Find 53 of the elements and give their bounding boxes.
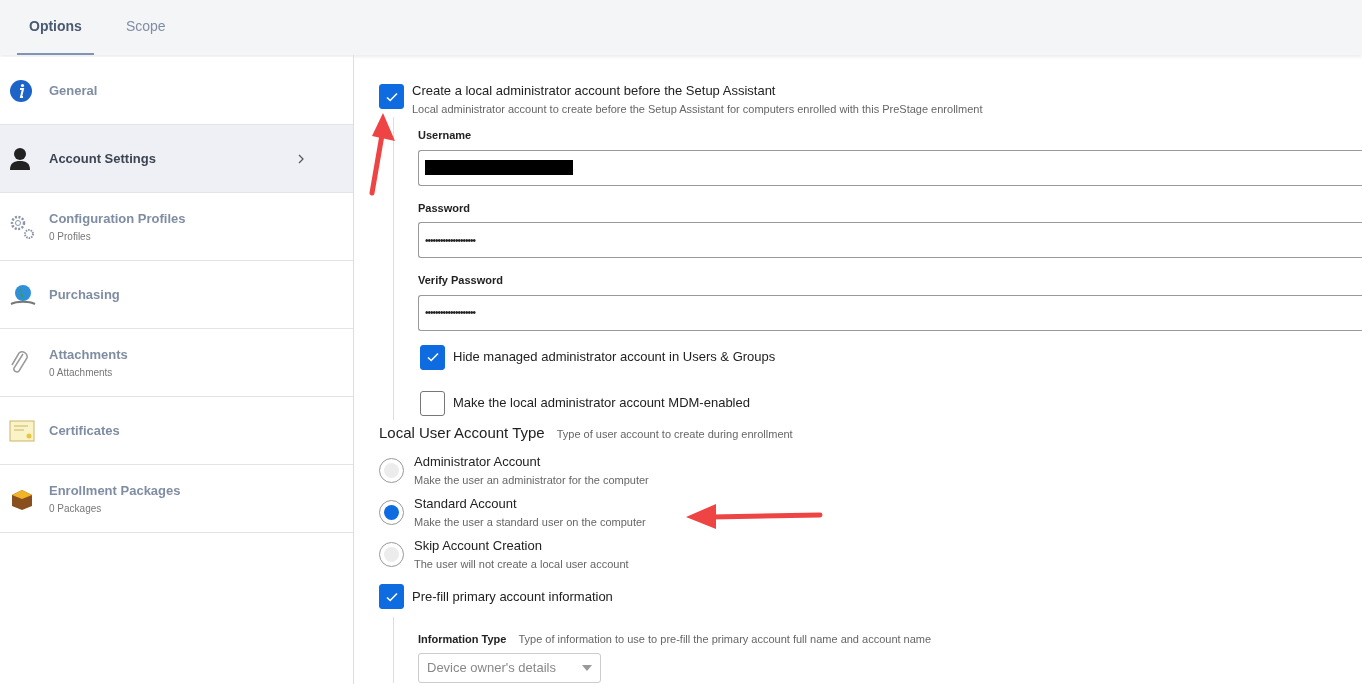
- field-description: Type of information to use to pre-fill the primary account full name and account name: [518, 632, 932, 647]
- section-description: Type of user account to create during enrollment: [556, 426, 793, 442]
- field-label: Verify Password: [418, 273, 504, 288]
- radio-label: Skip Account Creation: [414, 537, 543, 555]
- field-value: ••••••••••••••••••••: [425, 233, 476, 248]
- certificate-icon: [9, 419, 35, 442]
- tab[interactable]: Scope: [113, 0, 178, 55]
- checkmark-icon: [425, 350, 440, 364]
- sidebar-item-label: Certificates: [49, 421, 121, 440]
- sidebar-item-label: Account Settings: [49, 149, 157, 168]
- radio-description: The user will not create a local user account: [414, 556, 629, 572]
- field-label: Password: [418, 200, 471, 216]
- radio-label: Standard Account: [414, 495, 518, 513]
- checkbox-label: Hide managed administrator account in Users & Groups: [453, 348, 776, 367]
- radio-button[interactable]: [379, 499, 404, 525]
- sidebar-item-count: 0 Attachments: [49, 365, 114, 380]
- gears-icon: [9, 213, 35, 240]
- checkbox[interactable]: [379, 584, 404, 609]
- field-value: ••••••••••••••••••••: [425, 306, 476, 320]
- sidebar-item-count: 0 Profiles: [49, 229, 92, 244]
- radio-description: Make the user an administrator for the computer: [414, 472, 649, 488]
- select-dropdown[interactable]: Device owner's details: [418, 652, 601, 683]
- radio-description: Make the user a standard user on the computer: [414, 514, 646, 530]
- input-field[interactable]: [418, 149, 1362, 186]
- caret-icon: [582, 664, 592, 671]
- sidebar-item-label: Configuration Profiles: [49, 210, 187, 229]
- field-label: Information Type: [418, 632, 507, 647]
- globe-icon: [9, 282, 37, 307]
- checkbox-label: Pre-fill primary account information: [412, 587, 613, 606]
- checkbox[interactable]: [420, 344, 445, 370]
- radio-label: Administrator Account: [414, 453, 542, 471]
- field-label: Username: [418, 128, 473, 143]
- input-field[interactable]: ••••••••••••••••••••: [418, 222, 1362, 258]
- paperclip-icon: [9, 349, 29, 376]
- sidebar-item-label: Attachments: [49, 346, 129, 365]
- tab[interactable]: Options: [17, 0, 94, 55]
- checkbox[interactable]: [379, 84, 404, 109]
- section-title: Local User Account Type: [379, 422, 545, 443]
- person-icon: [9, 146, 31, 171]
- sidebar-item-count: 0 Packages: [49, 501, 103, 516]
- radio-button[interactable]: [379, 457, 404, 483]
- sidebar-item-label: Purchasing: [49, 285, 121, 304]
- sidebar-item-label: Enrollment Packages: [49, 482, 182, 501]
- checkbox-label: Create a local administrator account before the Setup Assistant: [412, 82, 777, 100]
- chevron-right-icon: [297, 153, 305, 164]
- input-field[interactable]: ••••••••••••••••••••: [418, 294, 1362, 331]
- sidebar-item[interactable]: Account Settings: [0, 125, 353, 193]
- checkbox-description: Local administrator account to create before the Setup Assistant for computers enrolled with this PreStage enrollment: [412, 101, 983, 117]
- checkbox-label: Make the local administrator account MDM-enabled: [453, 394, 750, 413]
- checkbox[interactable]: [420, 390, 445, 416]
- radio-button[interactable]: [379, 541, 404, 567]
- sidebar-item-label: General: [49, 81, 99, 100]
- info-icon: [9, 78, 33, 103]
